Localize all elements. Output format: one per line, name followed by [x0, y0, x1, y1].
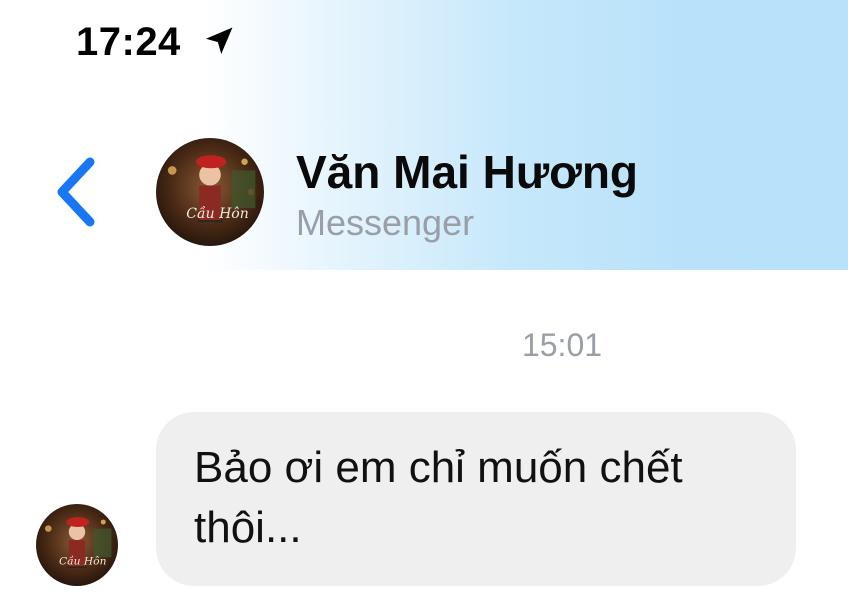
- avatar-caption: Cầu Hôn: [186, 205, 249, 222]
- chat-header: 17:24 Cầu Hôn Văn Mai Hương Messenger: [0, 0, 848, 270]
- avatar-image: Cầu Hôn: [156, 138, 264, 246]
- contact-name[interactable]: Văn Mai Hương: [296, 142, 638, 202]
- location-arrow-icon: [205, 27, 233, 55]
- message-bubble[interactable]: Bảo ơi em chỉ muốn chết thôi...: [156, 412, 796, 586]
- avatar-caption: Cầu Hôn: [59, 555, 107, 568]
- contact-subtitle: Messenger: [296, 202, 475, 243]
- status-bar-time: 17:24: [76, 20, 181, 64]
- message-text: Bảo ơi em chỉ muốn chết thôi...: [194, 443, 683, 552]
- avatar-image: Cầu Hôn: [36, 504, 118, 586]
- contact-avatar[interactable]: Cầu Hôn: [156, 138, 264, 246]
- message-timestamp: 15:01: [521, 327, 603, 363]
- sender-avatar[interactable]: Cầu Hôn: [36, 504, 118, 586]
- back-button[interactable]: [48, 150, 106, 234]
- chevron-left-icon: [57, 157, 95, 227]
